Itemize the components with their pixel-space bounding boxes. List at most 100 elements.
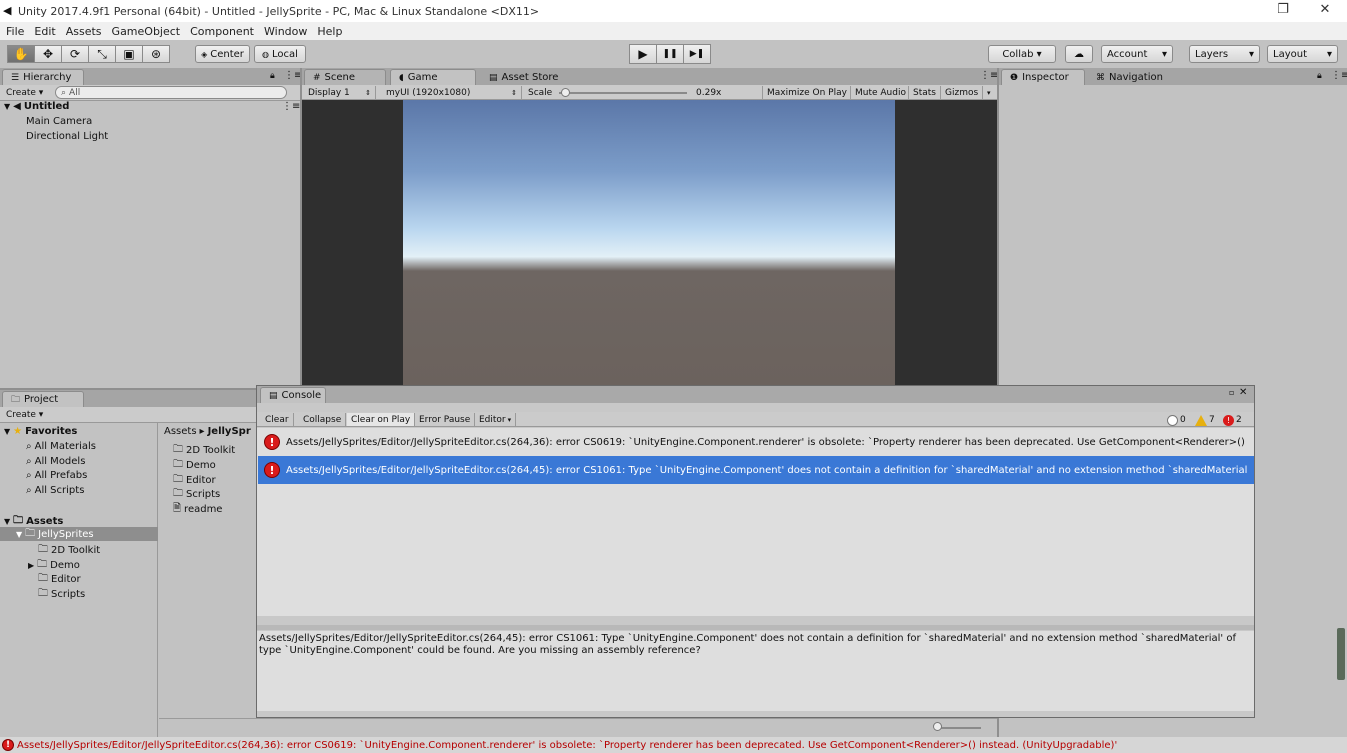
file-readme[interactable]: 🗎 readme	[173, 501, 222, 518]
collapse-toggle[interactable]: Collapse	[299, 413, 347, 426]
layout-label: Layout	[1273, 48, 1307, 60]
maximize-icon[interactable]: ▫	[1229, 388, 1234, 397]
status-bar[interactable]: ! Assets/JellySprites/Editor/JellySprite…	[0, 737, 1347, 753]
pause-icon[interactable]: ❚❚	[656, 44, 684, 64]
expand-triangle-icon[interactable]: ▼	[4, 102, 10, 111]
menu-component[interactable]: Component	[190, 25, 254, 38]
tab-console-label: Console	[281, 390, 322, 401]
scroll-indicator[interactable]	[1337, 628, 1345, 680]
favorite-all-models[interactable]: ⌕ All Models	[26, 456, 85, 467]
gizmos-toggle[interactable]: Gizmos	[940, 86, 982, 99]
stats-toggle[interactable]: Stats	[908, 86, 940, 99]
tab-console[interactable]: ▤ Console	[260, 387, 326, 403]
play-icon[interactable]: ▶	[629, 44, 657, 64]
maximize-on-play-toggle[interactable]: Maximize On Play	[762, 86, 851, 99]
cloud-button[interactable]: ☁	[1065, 45, 1093, 63]
jellysprites-node[interactable]: ▼ 🗀 JellySprites	[0, 527, 158, 541]
error-count-toggle[interactable]: ! 2	[1223, 414, 1242, 426]
hierarchy-item-directional-light[interactable]: Directional Light	[26, 131, 108, 142]
info-count-toggle[interactable]: 0	[1167, 414, 1186, 426]
hierarchy-create-button[interactable]: Create ▾	[2, 86, 47, 99]
step-icon[interactable]: ▶❚	[683, 44, 711, 64]
menu-gameobject[interactable]: GameObject	[112, 25, 181, 38]
favorites-label: Favorites	[25, 426, 78, 437]
menu-help[interactable]: Help	[317, 25, 342, 38]
editor-dropdown[interactable]: Editor ▾	[475, 413, 517, 426]
console-entry[interactable]: ! Assets/JellySprites/Editor/JellySprite…	[258, 428, 1254, 456]
rect-tool-icon[interactable]: ▣	[115, 45, 143, 63]
menu-file[interactable]: File	[6, 25, 24, 38]
clear-on-play-toggle[interactable]: Clear on Play	[347, 413, 416, 426]
store-icon: ▤	[489, 72, 498, 83]
lock-icon[interactable]: 🔒︎	[270, 71, 275, 81]
hierarchy-item-main-camera[interactable]: Main Camera	[26, 116, 92, 127]
menu-edit[interactable]: Edit	[34, 25, 55, 38]
panel-menu-icon[interactable]: ⋮≡	[980, 70, 998, 81]
transform-tools: ✋ ✥ ⟳ ⤡ ▣ ⊛	[7, 45, 170, 63]
tab-inspector-label: Inspector	[1022, 72, 1069, 83]
scene-menu-icon[interactable]: ⋮≡	[282, 101, 300, 112]
console-splitter[interactable]	[257, 625, 1254, 630]
folder-scripts[interactable]: 🗀 Scripts	[38, 586, 85, 603]
mute-audio-toggle[interactable]: Mute Audio	[850, 86, 910, 99]
close-icon[interactable]: ✕	[1239, 387, 1247, 398]
hand-tool-icon[interactable]: ✋	[7, 45, 35, 63]
transform-tool-icon[interactable]: ⊛	[142, 45, 170, 63]
layout-dropdown[interactable]: Layout ▾	[1267, 45, 1338, 63]
pivot-local-button[interactable]: ◍ Local	[254, 45, 306, 63]
layers-label: Layers	[1195, 48, 1229, 60]
panel-menu-icon[interactable]: ⋮≡	[1331, 70, 1347, 81]
tab-navigation[interactable]: ⌘ Navigation	[1087, 69, 1167, 85]
clear-button[interactable]: Clear	[261, 413, 294, 426]
tab-asset-store[interactable]: ▤ Asset Store	[480, 69, 568, 85]
tab-project[interactable]: 🗀 Project	[2, 391, 84, 407]
game-viewport[interactable]	[302, 100, 997, 385]
project-create-button[interactable]: Create ▾	[2, 408, 47, 421]
search-icon: ⌕	[26, 485, 32, 496]
scale-slider-track[interactable]	[559, 92, 687, 94]
tab-hierarchy[interactable]: ☰ Hierarchy	[2, 69, 84, 85]
collab-label: Collab ▾	[1002, 48, 1042, 60]
rotate-tool-icon[interactable]: ⟳	[61, 45, 89, 63]
layers-dropdown[interactable]: Layers ▾	[1189, 45, 1260, 63]
icon-size-slider-track[interactable]	[937, 727, 981, 729]
restore-button[interactable]: ❐	[1268, 2, 1298, 17]
breadcrumb-root[interactable]: Assets	[164, 426, 197, 437]
error-pause-toggle[interactable]: Error Pause	[415, 413, 476, 426]
tab-inspector[interactable]: ❶ Inspector	[1001, 69, 1085, 85]
move-tool-icon[interactable]: ✥	[34, 45, 62, 63]
console-entry-selected[interactable]: ! Assets/JellySprites/Editor/JellySprite…	[258, 456, 1254, 484]
expand-triangle-icon[interactable]: ▼	[4, 427, 10, 436]
console-entry-text: Assets/JellySprites/Editor/JellySpriteEd…	[286, 436, 1245, 448]
favorites-node[interactable]: ▼ ★ Favorites	[4, 426, 77, 437]
scene-root[interactable]: ▼ ◀ Untitled ⋮≡	[4, 101, 300, 112]
warning-count: 7	[1209, 415, 1215, 425]
collab-button[interactable]: Collab ▾	[988, 45, 1056, 63]
expand-triangle-icon[interactable]: ▼	[4, 517, 10, 526]
favorite-all-prefabs[interactable]: ⌕ All Prefabs	[26, 470, 87, 481]
tab-scene[interactable]: # Scene	[304, 69, 386, 85]
expand-triangle-icon[interactable]: ▼	[16, 530, 22, 539]
favorite-all-materials[interactable]: ⌕ All Materials	[26, 441, 96, 452]
scale-tool-icon[interactable]: ⤡	[88, 45, 116, 63]
pivot-center-button[interactable]: ◈ Center	[195, 45, 250, 63]
tab-game[interactable]: ◖ Game	[390, 69, 476, 85]
menu-assets[interactable]: Assets	[66, 25, 102, 38]
icon-size-slider-handle[interactable]	[933, 722, 942, 731]
tab-project-label: Project	[24, 394, 59, 405]
breadcrumb-leaf[interactable]: JellySpr	[208, 426, 251, 437]
gizmos-dropdown-icon[interactable]: ▾	[982, 86, 995, 99]
favorite-all-scripts[interactable]: ⌕ All Scripts	[26, 485, 84, 496]
resolution-dropdown[interactable]: myUI (1920x1080) ⇕	[382, 86, 522, 99]
scale-slider-handle[interactable]	[561, 88, 571, 97]
tab-hierarchy-label: Hierarchy	[23, 72, 72, 83]
expand-triangle-icon[interactable]: ▶	[28, 561, 34, 570]
close-button[interactable]: ✕	[1310, 2, 1340, 17]
display-dropdown[interactable]: Display 1 ⇕	[304, 86, 376, 99]
game-panel-header: # Scene ◖ Game ▤ Asset Store ⋮≡ Display …	[302, 68, 998, 100]
menu-window[interactable]: Window	[264, 25, 307, 38]
hierarchy-search-input[interactable]: ⌕ All	[55, 86, 287, 99]
warning-count-toggle[interactable]: 7	[1195, 414, 1215, 426]
account-dropdown[interactable]: Account ▾	[1101, 45, 1173, 63]
lock-icon[interactable]: 🔒︎	[1317, 71, 1322, 81]
